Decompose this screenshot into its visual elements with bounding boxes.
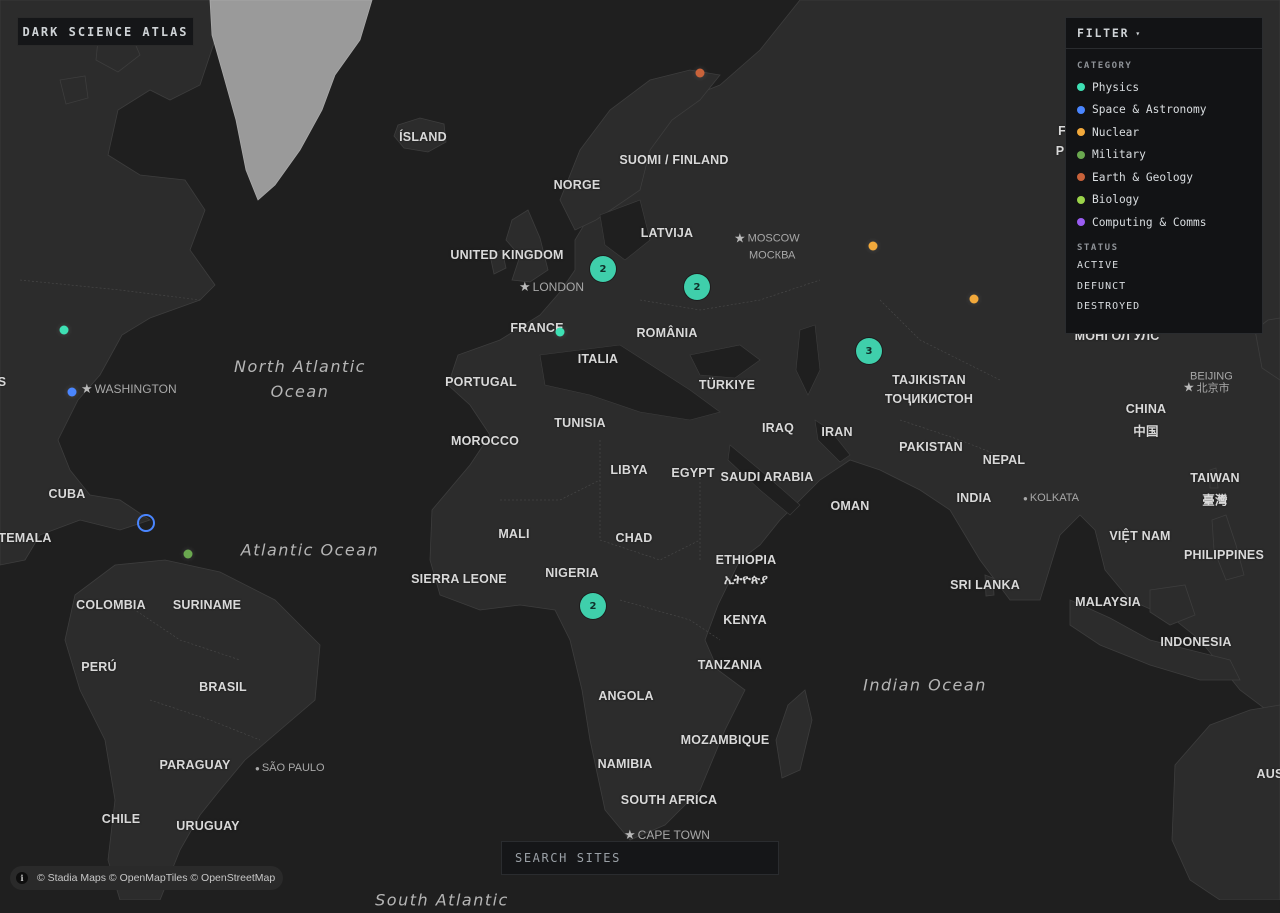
site-marker-military[interactable]: [184, 550, 193, 559]
search-input[interactable]: [502, 842, 778, 874]
attribution-text: © Stadia Maps © OpenMapTiles © OpenStree…: [37, 872, 275, 884]
site-marker-nuclear[interactable]: [869, 242, 878, 251]
filter-category-computing-comms[interactable]: Computing & Comms: [1066, 211, 1262, 234]
nuclear-swatch-icon: [1077, 128, 1085, 136]
cluster-marker[interactable]: 2: [580, 593, 606, 619]
filter-category-nuclear[interactable]: Nuclear: [1066, 121, 1262, 144]
military-swatch-icon: [1077, 151, 1085, 159]
category-label: Physics: [1092, 81, 1139, 94]
space-swatch-icon: [1077, 106, 1085, 114]
filter-status-destroyed[interactable]: DESTROYED: [1066, 297, 1262, 318]
category-heading: CATEGORY: [1066, 61, 1262, 71]
earth-swatch-icon: [1077, 173, 1085, 181]
site-marker-physics[interactable]: [556, 328, 565, 337]
app-title: DARK SCIENCE ATLAS: [22, 25, 188, 39]
filter-panel: FILTER ▾ CATEGORY Physics Space & Astron…: [1065, 17, 1263, 334]
site-marker-space-astronomy[interactable]: [68, 388, 77, 397]
category-label: Computing & Comms: [1092, 216, 1207, 229]
site-marker-selected-ring[interactable]: [137, 514, 155, 532]
filter-header-label: FILTER: [1077, 26, 1129, 40]
filter-category-military[interactable]: Military: [1066, 144, 1262, 167]
category-label: Military: [1092, 148, 1146, 161]
category-label: Nuclear: [1092, 126, 1139, 139]
cluster-marker[interactable]: 2: [684, 274, 710, 300]
filter-category-biology[interactable]: Biology: [1066, 189, 1262, 212]
category-label: Earth & Geology: [1092, 171, 1193, 184]
site-marker-earth-geology[interactable]: [696, 69, 705, 78]
filter-category-earth-geology[interactable]: Earth & Geology: [1066, 166, 1262, 189]
map-attribution: i © Stadia Maps © OpenMapTiles © OpenStr…: [10, 866, 283, 890]
search-box: [501, 841, 779, 875]
filter-status-active[interactable]: ACTIVE: [1066, 256, 1262, 277]
physics-swatch-icon: [1077, 83, 1085, 91]
app-title-box: DARK SCIENCE ATLAS: [17, 17, 194, 46]
biology-swatch-icon: [1077, 196, 1085, 204]
status-heading: STATUS: [1066, 243, 1262, 253]
site-marker-nuclear[interactable]: [970, 295, 979, 304]
cluster-marker[interactable]: 3: [856, 338, 882, 364]
filter-toggle[interactable]: FILTER ▾: [1066, 18, 1262, 49]
filter-category-space-astronomy[interactable]: Space & Astronomy: [1066, 99, 1262, 122]
info-icon[interactable]: i: [16, 872, 28, 884]
category-label: Space & Astronomy: [1092, 103, 1207, 116]
filter-status-defunct[interactable]: DEFUNCT: [1066, 276, 1262, 297]
caret-down-icon: ▾: [1135, 29, 1140, 38]
cluster-marker[interactable]: 2: [590, 256, 616, 282]
site-marker-physics[interactable]: [60, 326, 69, 335]
filter-category-physics[interactable]: Physics: [1066, 76, 1262, 99]
computing-swatch-icon: [1077, 218, 1085, 226]
category-label: Biology: [1092, 193, 1139, 206]
